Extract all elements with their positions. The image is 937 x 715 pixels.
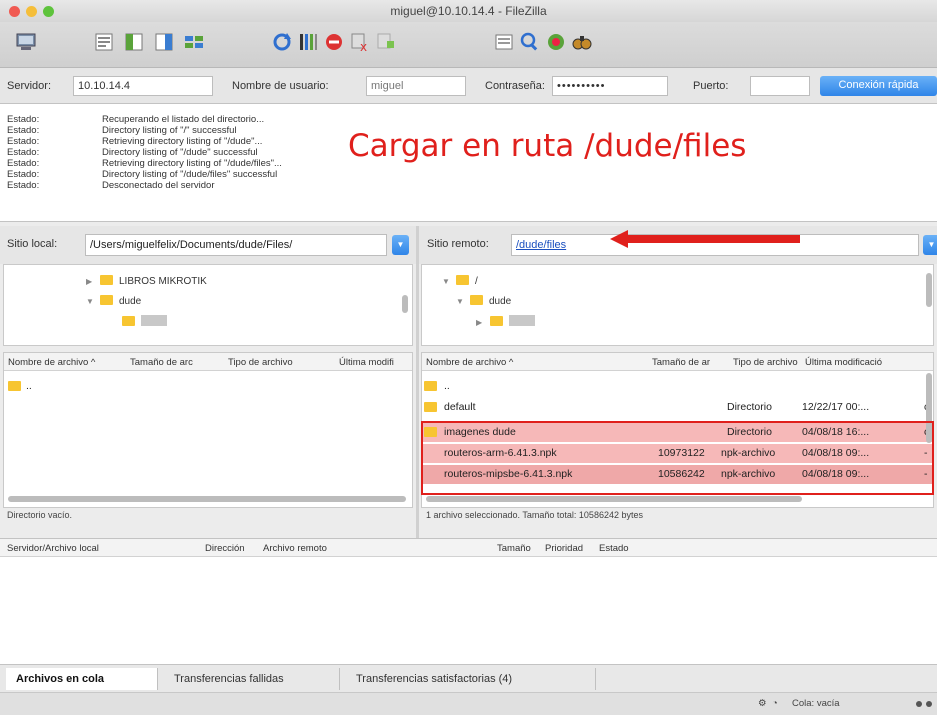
host-label: Servidor: (7, 80, 52, 92)
tree-item-root[interactable]: ▼ / (442, 275, 478, 291)
annotation-highlight-box (421, 421, 934, 495)
tree-item-libros[interactable]: ▶ LIBROS MIKROTIK (86, 275, 207, 291)
col-type[interactable]: Tipo de archivo (733, 357, 798, 368)
local-list-header: Nombre de archivo ^ Tamaño de arc Tipo d… (4, 353, 412, 371)
col-priority[interactable]: Prioridad (545, 543, 583, 554)
site-manager-icon[interactable] (14, 30, 38, 54)
local-file-list: Nombre de archivo ^ Tamaño de arc Tipo d… (3, 352, 413, 508)
col-remote-file[interactable]: Archivo remoto (263, 543, 327, 554)
port-label: Puerto: (693, 80, 729, 92)
log-row: Estado: Desconectado del servidor (7, 180, 215, 191)
remote-list-hscrollbar[interactable] (426, 496, 802, 502)
quickconnect-button[interactable]: Conexión rápida (820, 76, 937, 96)
window-title: miguel@10.10.14.4 - FileZilla (390, 4, 547, 18)
quickconnect-bar: Servidor: 10.10.14.4 Nombre de usuario: … (0, 68, 937, 104)
local-site-label: Sitio local: (7, 238, 58, 250)
local-tree-scrollbar[interactable] (402, 295, 408, 313)
directory-compare-icon[interactable] (492, 30, 516, 54)
col-filename[interactable]: Nombre de archivo ^ (8, 357, 95, 368)
filter-icon[interactable] (518, 30, 542, 54)
svg-text:x: x (360, 40, 367, 53)
col-size[interactable]: Tamaño de ar (652, 357, 710, 368)
disconnect-icon[interactable]: x (348, 30, 372, 54)
local-status: Directorio vacío. (7, 510, 73, 520)
local-tree: ▶ LIBROS MIKROTIK ▼ dude (3, 264, 413, 346)
annotation-text: Cargar en ruta /dude/files (348, 128, 747, 164)
col-size[interactable]: Tamaño de arc (130, 357, 193, 368)
transfer-queue: Servidor/Archivo local Dirección Archivo… (0, 538, 937, 664)
tab-failed-transfers[interactable]: Transferencias fallidas (164, 668, 340, 690)
local-path-dropdown[interactable]: ▼ (392, 235, 409, 255)
col-status[interactable]: Estado (599, 543, 629, 554)
annotation-arrow (610, 230, 800, 248)
tree-item-dude[interactable]: ▼ dude (86, 295, 141, 311)
log-row: Estado: Recuperando el listado del direct… (7, 114, 265, 125)
remote-file-row[interactable]: .. (422, 377, 933, 396)
col-modified[interactable]: Última modificació (805, 357, 882, 368)
port-input[interactable] (750, 76, 810, 96)
remote-tree-scrollbar[interactable] (926, 273, 932, 307)
reconnect-icon[interactable] (374, 30, 398, 54)
transfer-indicator-icon (916, 701, 922, 707)
col-direction[interactable]: Dirección (205, 543, 245, 554)
remote-status: 1 archivo seleccionado. Tamaño total: 10… (426, 510, 643, 520)
password-label: Contraseña: (485, 80, 545, 92)
transfer-indicator-icon (926, 701, 932, 707)
process-queue-icon[interactable] (296, 30, 320, 54)
tree-item-dude[interactable]: ▼ dude (456, 295, 511, 311)
col-local-file[interactable]: Servidor/Archivo local (7, 543, 99, 554)
local-file-row[interactable]: .. (4, 377, 412, 396)
remote-file-row[interactable]: default Directorio 12/22/17 00:... c (422, 398, 933, 417)
queue-status: Cola: vacía (792, 698, 840, 709)
toggle-remote-tree-icon[interactable] (152, 30, 176, 54)
queue-tabs: Archivos en cola Transferencias fallidas… (0, 664, 937, 692)
title-bar: miguel@10.10.14.4 - FileZilla (0, 0, 937, 22)
speed-limit-icon: ◔ (772, 698, 778, 709)
toolbar: x (0, 22, 937, 68)
queue-header: Servidor/Archivo local Dirección Archivo… (0, 539, 937, 557)
refresh-icon[interactable] (270, 30, 294, 54)
tab-queued-files[interactable]: Archivos en cola (6, 668, 158, 690)
tree-item-files-selected[interactable] (122, 315, 167, 331)
gear-icon: ⚙ (758, 698, 767, 709)
col-type[interactable]: Tipo de archivo (228, 357, 293, 368)
host-input[interactable]: 10.10.14.4 (73, 76, 213, 96)
sync-browse-icon[interactable] (544, 30, 568, 54)
status-bar: ⚙ ◔ Cola: vacía (0, 692, 937, 715)
local-list-hscrollbar[interactable] (8, 496, 406, 502)
transfer-queue-icon[interactable] (182, 30, 206, 54)
remote-path-dropdown[interactable]: ▼ (923, 235, 937, 255)
tree-item-files-selected[interactable]: ▶ (476, 315, 535, 331)
tab-successful-transfers[interactable]: Transferencias satisfactorias (4) (346, 668, 596, 690)
col-size[interactable]: Tamaño (497, 543, 531, 554)
toggle-log-icon[interactable] (92, 30, 116, 54)
remote-site-label: Sitio remoto: (427, 238, 489, 250)
toggle-local-tree-icon[interactable] (122, 30, 146, 54)
col-modified[interactable]: Última modifi (339, 357, 394, 368)
remote-list-header: Nombre de archivo ^ Tamaño de ar Tipo de… (422, 353, 933, 371)
search-icon[interactable] (570, 30, 594, 54)
local-site-bar: Sitio local: /Users/miguelfelix/Document… (0, 226, 416, 264)
pane-splitter[interactable] (416, 226, 419, 538)
remote-tree: ▼ / ▼ dude ▶ (421, 264, 934, 346)
log-row: Estado: Directory listing of "/dude/files… (7, 169, 278, 180)
cancel-icon[interactable] (322, 30, 346, 54)
username-label: Nombre de usuario: (232, 80, 329, 92)
local-path-input[interactable]: /Users/miguelfelix/Documents/dude/Files/ (85, 234, 387, 256)
col-filename[interactable]: Nombre de archivo ^ (426, 357, 513, 368)
username-input[interactable]: miguel (366, 76, 466, 96)
password-input[interactable]: •••••••••• (552, 76, 668, 96)
